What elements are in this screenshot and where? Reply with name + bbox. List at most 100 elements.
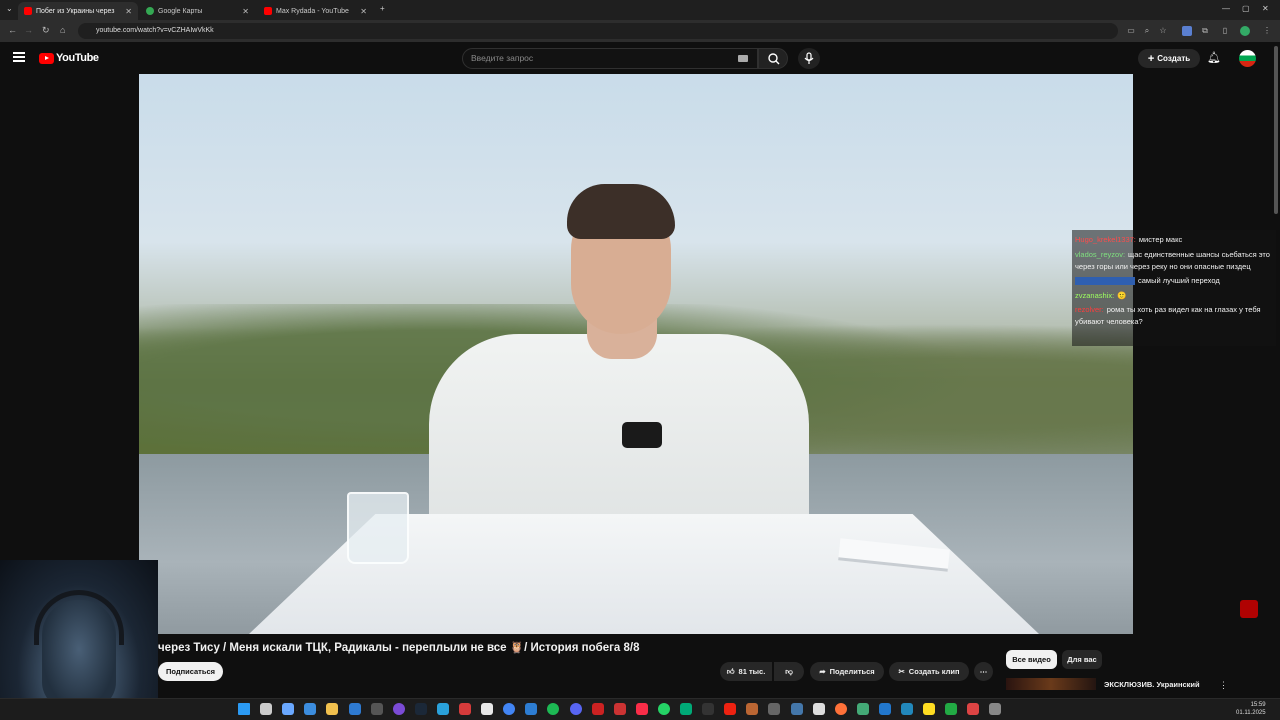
home-icon[interactable]: ⌂	[60, 25, 65, 35]
app-icon[interactable]	[591, 703, 604, 715]
search-input[interactable]: Введите запрос	[462, 48, 758, 69]
windows-icon[interactable]	[238, 703, 250, 715]
chip-all-videos[interactable]: Все видео	[1006, 650, 1057, 669]
app-icon[interactable]	[459, 703, 471, 715]
store-icon[interactable]	[348, 703, 361, 715]
app-icon[interactable]	[768, 703, 781, 715]
create-button[interactable]: + Создать	[1138, 49, 1200, 68]
forward-icon[interactable]: →	[24, 25, 33, 35]
obs-icon[interactable]	[392, 703, 405, 715]
extension-icon[interactable]	[1182, 26, 1192, 36]
firefox-icon[interactable]	[834, 703, 847, 715]
new-tab-button[interactable]: +	[380, 4, 385, 13]
close-tab-icon[interactable]: ✕	[242, 7, 249, 16]
scissors-icon: ✂	[898, 667, 905, 676]
youtube-play-icon	[39, 52, 54, 64]
create-clip-button[interactable]: ✂ Создать клип	[889, 662, 969, 681]
avatar[interactable]	[1239, 50, 1256, 67]
browser-yandex-icon[interactable]	[481, 703, 494, 715]
menu-dots-icon[interactable]: ⋮	[1262, 26, 1272, 36]
bookmark-star-icon[interactable]: ☆	[1158, 26, 1168, 36]
chrome-icon[interactable]	[503, 703, 516, 715]
install-app-icon[interactable]: ▭	[1126, 26, 1136, 36]
tab-label: Google Карты	[158, 7, 203, 15]
zoom-icon[interactable]: ⌕	[1142, 26, 1152, 36]
youtube-favicon-icon	[264, 7, 272, 15]
steam-icon[interactable]	[414, 703, 427, 715]
app-icon[interactable]	[746, 703, 759, 715]
music-icon[interactable]	[635, 703, 648, 715]
search-icon[interactable]	[260, 703, 273, 715]
clock-date: 01.11.2025	[1236, 710, 1266, 716]
chat-message: самый лучший переход	[1075, 275, 1273, 287]
logo-text: YouTube	[56, 52, 99, 64]
app-icon[interactable]	[680, 703, 692, 715]
like-button[interactable]: 👍︎ 81 тыс.	[720, 662, 772, 681]
folder-icon[interactable]	[326, 703, 339, 715]
minimize-button[interactable]: —	[1222, 4, 1230, 13]
page-scrollbar[interactable]	[1274, 46, 1278, 214]
more-actions-button[interactable]: ⋯	[974, 662, 993, 681]
video-player[interactable]	[139, 74, 1133, 634]
youtube-header: YouTube Введите запрос + Создать 🔔︎	[0, 42, 1280, 74]
recommendation-thumbnail[interactable]	[1006, 678, 1096, 690]
tab-search-icon[interactable]: ⌄	[6, 4, 13, 13]
close-tab-icon[interactable]: ✕	[125, 7, 132, 16]
discord-icon[interactable]	[569, 703, 582, 715]
counter-icon[interactable]	[724, 703, 737, 715]
search-button[interactable]	[758, 48, 788, 69]
like-count: 81 тыс.	[738, 667, 766, 676]
telegram-icon[interactable]	[436, 703, 449, 715]
app-icon[interactable]	[923, 703, 936, 715]
tab-label: Побег из Украины через	[36, 7, 115, 15]
dislike-button[interactable]: 👎︎	[774, 662, 804, 681]
notifications-bell-icon[interactable]: 🔔︎	[1207, 51, 1221, 64]
reload-icon[interactable]: ↻	[42, 25, 50, 36]
recommendation-more-icon[interactable]: ⋮	[1219, 680, 1228, 691]
close-window-button[interactable]: ✕	[1262, 4, 1269, 13]
tab-max-rydada[interactable]: Max Rydada - YouTube ✕	[258, 2, 373, 20]
subscribe-button[interactable]: Подписаться	[158, 662, 223, 681]
app-icon[interactable]	[878, 703, 891, 715]
headphones-icon	[34, 590, 124, 645]
app-icon[interactable]	[945, 703, 958, 715]
spotify-icon[interactable]	[547, 703, 560, 715]
menu-hamburger-icon[interactable]	[13, 52, 25, 62]
stream-badge-icon	[1240, 600, 1258, 618]
tab-google-maps[interactable]: Google Карты ✕	[140, 2, 255, 20]
chat-username: rezolver:	[1075, 305, 1104, 314]
app-icon[interactable]	[613, 703, 626, 715]
maximize-button[interactable]: ▢	[1242, 4, 1250, 13]
vscode-icon[interactable]	[525, 703, 538, 715]
profile-icon[interactable]	[1240, 26, 1250, 36]
share-button[interactable]: ➦ Поделиться	[810, 662, 884, 681]
explorer-icon[interactable]	[304, 703, 317, 715]
keyboard-icon[interactable]	[738, 55, 748, 62]
chat-username: Hugo_krekel1337:	[1075, 235, 1136, 244]
extensions-puzzle-icon[interactable]: ⧉	[1200, 26, 1210, 36]
app-icon[interactable]	[967, 703, 980, 715]
recommendation-title[interactable]: ЭКСКЛЮЗИВ. Украинский солдат рассказывае…	[1104, 680, 1214, 691]
whatsapp-icon[interactable]	[657, 703, 670, 715]
voice-search-button[interactable]	[798, 48, 820, 69]
chat-overlay: Hugo_krekel1337: мистер макс vlados_reyzo…	[1072, 230, 1276, 346]
thumbs-down-icon: 👎︎	[785, 666, 793, 676]
sidepanel-icon[interactable]: ▯	[1220, 26, 1230, 36]
app-icon[interactable]	[790, 703, 803, 715]
url-field[interactable]: youtube.com/watch?v=vCZHAIwVkKk	[78, 23, 1118, 39]
close-tab-icon[interactable]: ✕	[360, 7, 367, 16]
app-icon[interactable]	[812, 703, 825, 715]
chat-username-redacted	[1075, 277, 1135, 286]
app-icon[interactable]	[901, 703, 913, 715]
app-icon[interactable]	[856, 703, 869, 715]
back-icon[interactable]: ←	[8, 25, 17, 35]
terminal-icon[interactable]	[370, 703, 383, 715]
desktop-icon[interactable]	[282, 703, 295, 715]
youtube-logo[interactable]: YouTube	[39, 52, 99, 64]
tab-youtube-video[interactable]: Побег из Украины через ✕	[18, 2, 138, 20]
terminal-icon[interactable]	[702, 703, 715, 715]
app-icon[interactable]	[989, 703, 1002, 715]
chip-for-you[interactable]: Для вас	[1062, 650, 1102, 669]
system-clock[interactable]: 15:59 01.11.2025	[1236, 701, 1266, 717]
share-arrow-icon: ➦	[819, 667, 826, 676]
